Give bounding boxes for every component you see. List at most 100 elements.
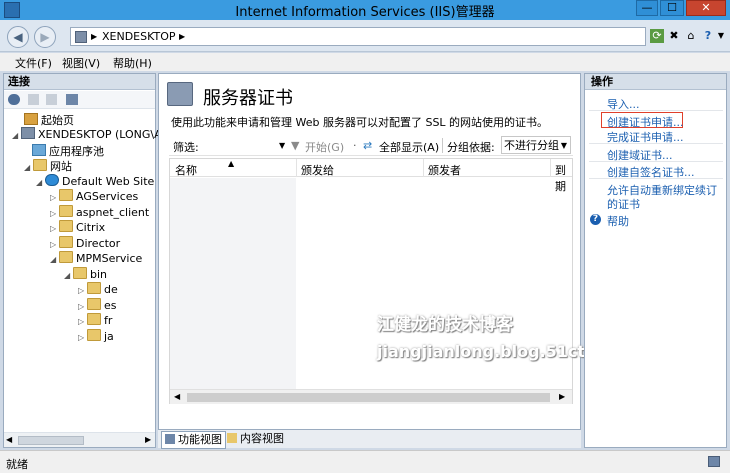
status-bar: 就绪	[0, 450, 730, 473]
tree-server[interactable]: ◢ XENDESKTOP (LONG\A	[12, 127, 162, 141]
disconnect-icon[interactable]	[66, 94, 78, 105]
collapsed-arrow-icon[interactable]: ▷	[78, 302, 87, 311]
tree-child-aspnet-client[interactable]: ▷ aspnet_client	[50, 205, 149, 219]
tree-bin-de[interactable]: ▷ de	[78, 282, 118, 296]
close-button[interactable]: ✕	[686, 0, 726, 16]
column-expiration[interactable]: 到期	[555, 162, 572, 194]
menu-file[interactable]: 文件(F)	[15, 55, 52, 71]
separator	[589, 161, 723, 162]
forward-arrow-icon: ▶	[40, 30, 50, 44]
folder-icon	[87, 313, 101, 325]
collapsed-arrow-icon[interactable]: ▷	[50, 193, 59, 202]
folder-icon	[87, 298, 101, 310]
expanded-arrow-icon[interactable]: ◢	[12, 131, 21, 140]
filter-label: 筛选:	[173, 141, 199, 154]
globe-icon	[45, 174, 59, 186]
actions-header: 操作	[585, 74, 726, 90]
go-button[interactable]: 开始(G)	[305, 139, 344, 155]
collapsed-arrow-icon[interactable]: ▷	[78, 333, 87, 342]
expanded-arrow-icon[interactable]: ◢	[64, 271, 73, 280]
menu-view[interactable]: 视图(V)	[62, 55, 100, 71]
tree-bin-es[interactable]: ▷ es	[78, 298, 117, 312]
help-icon[interactable]: ?	[701, 29, 715, 43]
up-icon[interactable]	[46, 94, 57, 105]
tree-default-site[interactable]: ◢ Default Web Site	[36, 174, 154, 188]
folder-icon	[59, 220, 73, 232]
help-dropdown-icon[interactable]: ▼	[714, 29, 728, 43]
app-folder-icon	[59, 236, 73, 248]
forward-button[interactable]: ▶	[34, 26, 56, 48]
tree-bin-ja[interactable]: ▷ ja	[78, 329, 114, 343]
stop-icon[interactable]: ✖	[667, 29, 681, 43]
save-icon[interactable]	[28, 94, 39, 105]
list-header: 名称 ▲ 颁发给 颁发者 到期	[170, 159, 572, 193]
app-folder-icon	[59, 189, 73, 201]
column-name[interactable]: 名称	[175, 162, 197, 178]
list-horizontal-scrollbar[interactable]: ◀ ▶	[170, 389, 572, 404]
filter-input[interactable]	[209, 138, 289, 153]
expanded-arrow-icon[interactable]: ◢	[24, 163, 33, 172]
tree-child-agservices[interactable]: ▷ AGServices	[50, 189, 138, 203]
connections-horizontal-scrollbar[interactable]: ◀ ▶	[4, 432, 155, 447]
scroll-right-icon[interactable]: ▶	[559, 392, 565, 401]
tree-child-mpmservice[interactable]: ◢ MPMService	[50, 251, 142, 265]
breadcrumb-server[interactable]: XENDESKTOP	[102, 30, 176, 43]
certificate-list[interactable]: 名称 ▲ 颁发给 颁发者 到期 ◀ ▶	[169, 158, 573, 404]
tab-content-view[interactable]: 内容视图	[224, 431, 287, 447]
scroll-left-icon[interactable]: ◀	[6, 435, 12, 444]
folder-icon	[87, 329, 101, 341]
address-bar: ◀ ▶ ▶ XENDESKTOP ▶ ⟳ ✖ ⌂ ? ▼	[0, 20, 730, 52]
scroll-thumb[interactable]	[187, 393, 550, 402]
group-by-label: 分组依据:	[447, 141, 495, 154]
home-icon[interactable]: ⌂	[684, 29, 698, 43]
window-title: Internet Information Services (IIS)管理器	[235, 5, 495, 20]
scroll-right-icon[interactable]: ▶	[145, 435, 151, 444]
tree-start-page[interactable]: 起始页	[24, 112, 74, 128]
action-auto-rebind-line2[interactable]: 的证书	[607, 196, 640, 212]
expanded-arrow-icon[interactable]: ◢	[50, 255, 59, 264]
refresh-icon[interactable]: ⟳	[650, 29, 664, 43]
action-help[interactable]: 帮助	[607, 213, 629, 229]
collapsed-arrow-icon[interactable]: ▷	[50, 209, 59, 218]
separator	[442, 138, 443, 153]
tree-bin[interactable]: ◢ bin	[64, 267, 107, 281]
menu-help[interactable]: 帮助(H)	[113, 55, 152, 71]
show-all-button[interactable]: 全部显示(A)	[379, 139, 439, 155]
column-divider[interactable]	[296, 159, 297, 177]
expanded-arrow-icon[interactable]: ◢	[36, 178, 45, 187]
tree-app-pools[interactable]: 应用程序池	[32, 143, 104, 159]
tree-sites[interactable]: ◢ 网站	[24, 158, 72, 174]
column-issued-by[interactable]: 颁发者	[428, 162, 461, 178]
network-status-icon	[708, 456, 720, 467]
tab-feature-view[interactable]: 功能视图	[161, 431, 226, 449]
tree-child-director[interactable]: ▷ Director	[50, 236, 120, 250]
tree-child-citrix[interactable]: ▷ Citrix	[50, 220, 105, 234]
connect-icon[interactable]	[8, 94, 20, 105]
filter-dropdown-icon[interactable]: ▼	[279, 141, 285, 150]
address-field[interactable]: ▶ XENDESKTOP ▶	[70, 27, 646, 46]
action-create-certificate-request[interactable]: 创建证书申请...	[607, 114, 684, 130]
breadcrumb-chevron-icon[interactable]: ▶	[179, 32, 185, 41]
column-divider[interactable]	[423, 159, 424, 177]
show-all-icon: ⇄	[363, 139, 373, 152]
server-icon	[21, 127, 35, 139]
collapsed-arrow-icon[interactable]: ▷	[78, 286, 87, 295]
breadcrumb-separator-icon: ▶	[91, 32, 98, 41]
collapsed-arrow-icon[interactable]: ▷	[50, 240, 59, 249]
column-divider[interactable]	[550, 159, 551, 177]
column-issued-to[interactable]: 颁发给	[301, 162, 334, 178]
filter-bar: 筛选: ▼ ▼ 开始(G) · ⇄ 全部显示(A) 分组依据: 不进行分组 ▼	[169, 136, 573, 156]
maximize-button[interactable]: ☐	[660, 0, 684, 16]
tree-bin-fr[interactable]: ▷ fr	[78, 313, 112, 327]
back-button[interactable]: ◀	[7, 26, 29, 48]
connections-toolbar	[4, 91, 155, 109]
actions-pane: 操作 导入... 创建证书申请... 完成证书申请... 创建域证书... 创建…	[584, 73, 727, 448]
collapsed-arrow-icon[interactable]: ▷	[50, 224, 59, 233]
scroll-thumb[interactable]	[18, 436, 84, 445]
group-by-select[interactable]: 不进行分组 ▼	[501, 136, 571, 154]
collapsed-arrow-icon[interactable]: ▷	[78, 317, 87, 326]
server-certificates-icon	[167, 82, 193, 106]
minimize-button[interactable]: —	[636, 0, 658, 16]
scroll-left-icon[interactable]: ◀	[174, 392, 180, 401]
page-title: 服务器证书	[203, 88, 293, 109]
